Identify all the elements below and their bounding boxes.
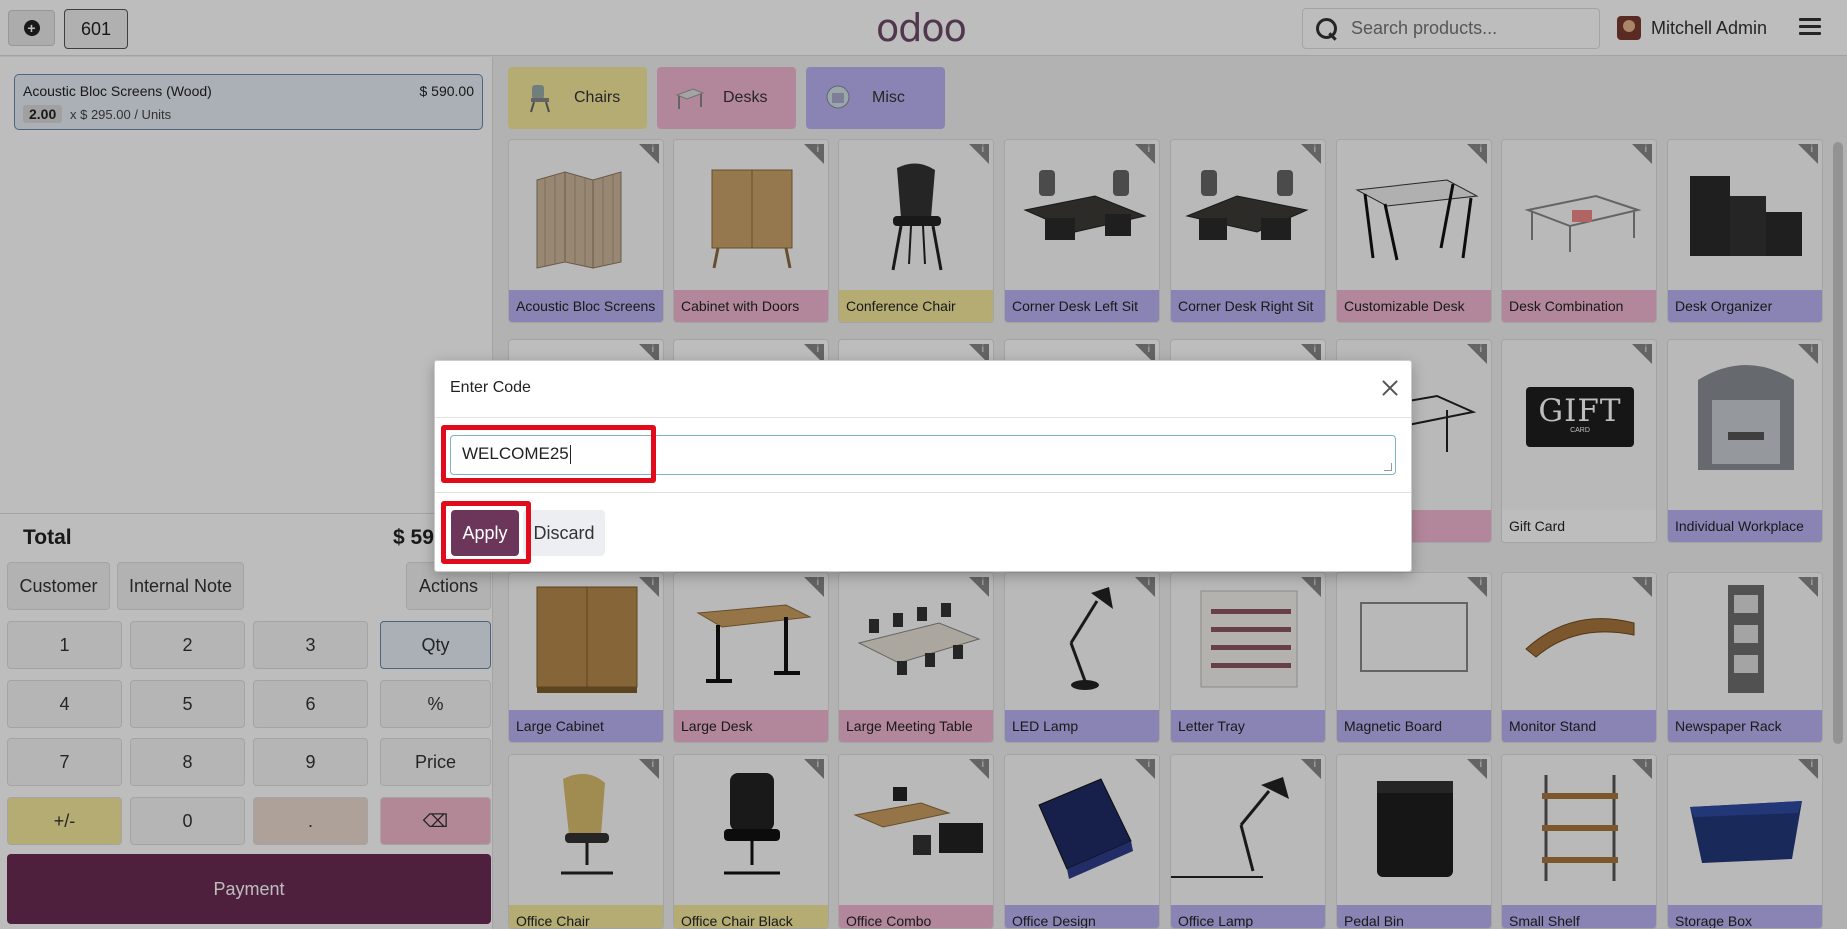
close-icon[interactable] <box>1381 379 1399 397</box>
discard-button[interactable]: Discard <box>523 510 605 556</box>
dialog-header: Enter Code <box>435 361 1411 418</box>
dialog-title: Enter Code <box>450 379 531 396</box>
highlight-box-code <box>441 425 656 483</box>
resize-handle-icon[interactable] <box>1384 463 1392 471</box>
highlight-box-apply <box>441 501 531 564</box>
